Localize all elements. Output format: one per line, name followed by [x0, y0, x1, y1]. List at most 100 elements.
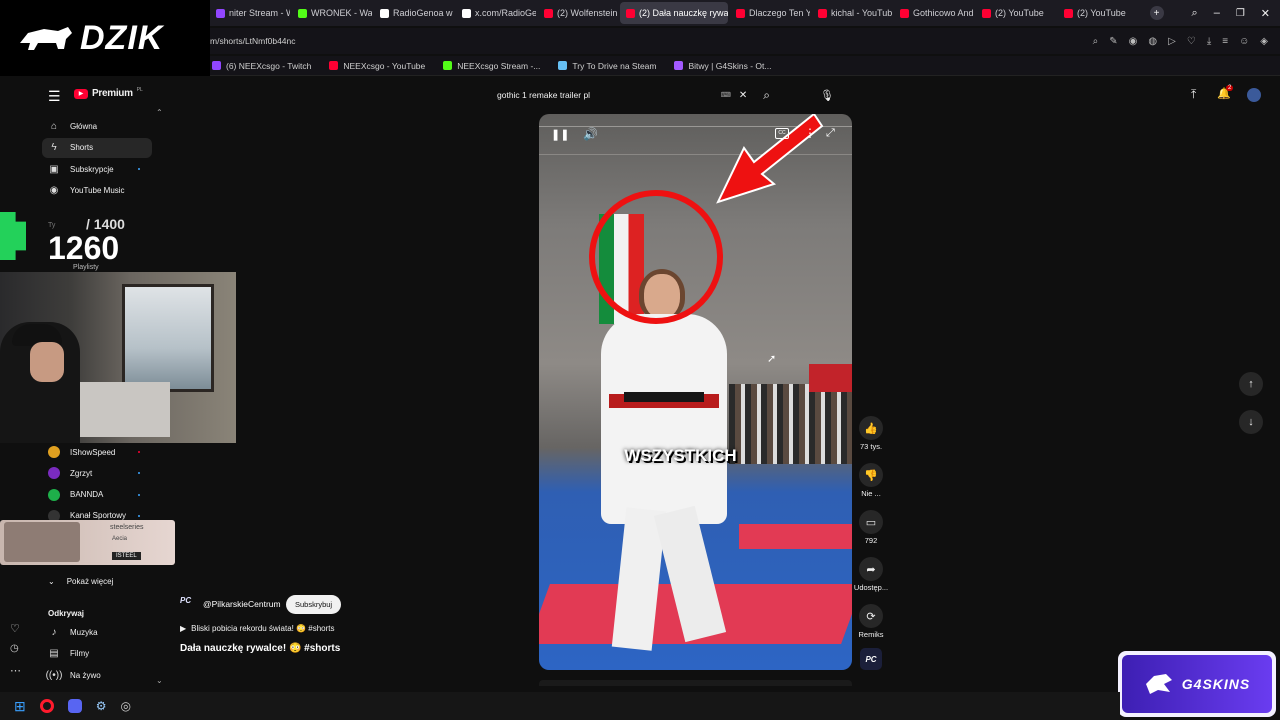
explore-title: Odkrywaj	[48, 609, 85, 618]
sidebar-item[interactable]: ⌂ Główna	[42, 116, 152, 136]
search-input[interactable]: gothic 1 remake trailer pl	[497, 90, 721, 100]
profile-icon[interactable]: ☺	[1239, 36, 1249, 47]
bookmark-item[interactable]: NEEXcsgo Stream -...	[443, 61, 540, 71]
browser-tab[interactable]: Dlaczego Ten Yo	[730, 2, 810, 24]
search-tabs-icon[interactable]: ⌕	[1192, 7, 1198, 20]
browser-tab[interactable]: kichal - YouTube	[812, 2, 892, 24]
shorts-icon: ϟ	[51, 142, 57, 153]
close-window-icon[interactable]: ✕	[1261, 7, 1270, 20]
sidebar-item[interactable]: ▣ Subskrypcje	[42, 159, 152, 179]
new-content-dot	[138, 168, 140, 170]
sidebar-item[interactable]: Zgrzyt	[42, 463, 152, 483]
voice-search-icon[interactable]: 🎙	[818, 86, 836, 104]
new-content-dot	[138, 493, 140, 496]
fullscreen-icon[interactable]: ⤢	[826, 127, 835, 140]
tab-label: (2) YouTube	[995, 8, 1044, 18]
maximize-icon[interactable]: ❐	[1236, 8, 1245, 19]
search-button-icon[interactable]: ⌕	[763, 88, 770, 103]
browser-tab[interactable]: x.com/RadioGen	[456, 2, 536, 24]
browser-tab[interactable]: (2) YouTube	[1058, 2, 1138, 24]
show-more-button[interactable]: ⌄ Pokaż więcej	[48, 572, 148, 590]
more-options-icon[interactable]: ⋮	[804, 126, 816, 140]
action-label: Remiks	[858, 630, 884, 639]
browser-tab[interactable]: Gothicowo Andr	[894, 2, 974, 24]
play-icon[interactable]: ▷	[1168, 36, 1176, 47]
opera-icon[interactable]	[39, 699, 54, 713]
discord-icon[interactable]	[67, 699, 82, 713]
favorite-icon[interactable]: ♡	[10, 622, 20, 635]
camera-icon[interactable]: ◉	[1129, 36, 1138, 47]
related-short-label: Bliski pobicia rekordu świata! 😳 #shorts	[191, 624, 335, 633]
browser-tab[interactable]: (2) YouTube	[976, 2, 1056, 24]
sponsor-text: G4SKINS	[1181, 676, 1251, 692]
browser-tab[interactable]: (2) Wolfenstein I	[538, 2, 618, 24]
sidebar-item[interactable]: ♪ Muzyka	[42, 622, 152, 642]
logo-region: PL	[136, 86, 143, 93]
next-short-preview	[539, 680, 852, 686]
new-tab-button[interactable]: +	[1149, 6, 1164, 20]
tab-label: Gothicowo Andr	[913, 8, 974, 18]
bookmark-item[interactable]: (6) NEEXcsgo - Twitch	[212, 61, 311, 71]
sidebar-item-playlists[interactable]: Playlisty	[73, 264, 99, 271]
steam-icon[interactable]: ⚙	[96, 699, 107, 713]
search-box[interactable]: gothic 1 remake trailer pl ⌨ ✕ ⌕	[488, 84, 776, 106]
short-video-player[interactable]: WSZYSTKICH ❚❚ 🔊 CC ⋮ ⤢	[539, 114, 852, 670]
sidebar-item-label: Muzyka	[70, 627, 98, 637]
bookmark-item[interactable]: NEEXcsgo - YouTube	[329, 61, 425, 71]
browser-tab[interactable]: RadioGenoa w sz	[374, 2, 454, 24]
youtube-logo[interactable]: ▶ Premium PL	[74, 86, 143, 99]
pause-icon[interactable]: ❚❚	[551, 128, 569, 144]
clear-search-icon[interactable]: ✕	[739, 90, 747, 101]
keyboard-icon[interactable]: ⌨	[721, 91, 731, 99]
channel-avatar[interactable]: PC	[180, 596, 200, 612]
sidebar-item[interactable]: ▤ Filmy	[42, 644, 152, 664]
volume-icon[interactable]: 🔊	[583, 127, 598, 141]
sidebar-item-label: Filmy	[70, 649, 90, 658]
extension-icon[interactable]: ◈	[1260, 36, 1268, 47]
shield-icon[interactable]: ◍	[1148, 36, 1157, 47]
minimize-icon[interactable]: –	[1214, 7, 1220, 19]
share-icon[interactable]: ➦	[859, 557, 883, 581]
edit-icon[interactable]: ✎	[1109, 36, 1117, 47]
dislike-icon[interactable]: 👎	[859, 463, 883, 487]
bookmark-favicon-icon	[443, 61, 453, 70]
sidebar-item[interactable]: ϟ Shorts	[42, 137, 152, 158]
sidebar-item[interactable]: ((•)) Na żywo	[42, 665, 152, 685]
subscribe-button[interactable]: Subskrybuj	[286, 595, 342, 614]
create-upload-icon[interactable]: ⤒	[1191, 87, 1196, 102]
browser-tab[interactable]: (2) Dała nauczkę rywa	[620, 2, 728, 24]
sidebar-item[interactable]: IShowSpeed	[42, 442, 152, 462]
app-icon[interactable]: ◎	[121, 699, 131, 713]
heart-icon[interactable]: ♡	[1187, 36, 1196, 47]
comment-icon[interactable]: ▭	[859, 510, 883, 534]
sidebar-collapse-icon[interactable]: ⌃	[156, 108, 163, 117]
download-icon[interactable]: ⤓	[1207, 36, 1211, 47]
tab-favicon-icon	[818, 8, 827, 18]
related-short-link[interactable]: ▶ Bliski pobicia rekordu świata! 😳 #shor…	[180, 624, 335, 633]
remix-icon[interactable]: ⟳	[859, 604, 883, 628]
guide-menu-icon[interactable]: ☰	[48, 88, 61, 105]
account-avatar[interactable]	[1247, 88, 1261, 102]
captions-icon[interactable]: CC	[775, 128, 789, 139]
windows-start-icon[interactable]: ⊞	[14, 698, 26, 715]
sidebar-item[interactable]: BANNDA	[42, 485, 152, 505]
previous-short-button[interactable]: ↑	[1239, 372, 1263, 396]
browser-tab[interactable]: WRONEK - Watc	[292, 2, 372, 24]
next-short-button[interactable]: ↓	[1239, 410, 1263, 434]
bookmark-item[interactable]: Try To Drive na Steam	[558, 61, 656, 71]
history-icon[interactable]: ◷	[10, 643, 19, 654]
bookmark-item[interactable]: Bitwy | G4Skins - Ot...	[674, 61, 771, 71]
channel-avatar-small[interactable]: PC	[860, 648, 882, 670]
sponsor-banner-steelseries: steelseries Aecia ISTEEL	[0, 520, 175, 565]
more-icon[interactable]: ⋯	[10, 664, 21, 677]
browser-tab[interactable]: niter Stream - W	[210, 2, 290, 24]
bookmark-favicon-icon	[212, 61, 221, 70]
sidebar-scroll-icon[interactable]: ⌄	[156, 676, 163, 685]
search-icon[interactable]: ⌕	[1093, 36, 1099, 47]
tab-favicon-icon	[900, 8, 909, 18]
sidebar-item[interactable]: ◉ YouTube Music	[42, 181, 152, 201]
menu-icon[interactable]: ≡	[1222, 36, 1228, 47]
channel-handle[interactable]: @PilkarskieCentrum	[203, 599, 281, 609]
like-icon[interactable]: 👍	[859, 416, 883, 440]
url-field[interactable]: m/shorts/LtNmf0b44nc	[210, 36, 1093, 46]
